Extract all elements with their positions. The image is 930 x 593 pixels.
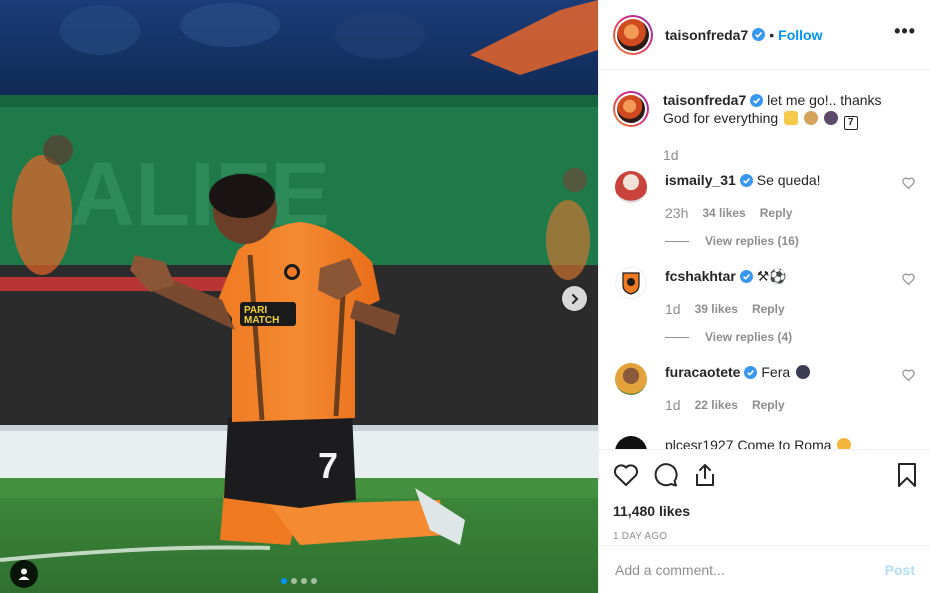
comment-time: 1d [665,397,681,413]
follow-separator: • [769,26,775,43]
caption-time: 1d [663,147,679,163]
comment-text: ⚒⚽ [756,268,787,284]
user-tag-icon [18,568,30,580]
likes-count[interactable]: 11,480 likes [613,503,917,519]
more-options-icon[interactable]: ••• [894,21,916,48]
comment-avatar[interactable] [615,171,647,203]
verified-badge-icon [739,270,753,283]
comment-item: furacaotete Fera 1d 22 likes Reply [615,363,915,414]
post-actions: 11,480 likes 1 DAY AGO [599,449,930,542]
verified-badge-icon [744,366,758,379]
comment-bubble-icon [654,463,678,487]
view-replies-label: View replies (16) [705,234,799,248]
add-comment-input[interactable] [615,561,885,578]
like-button[interactable] [613,463,639,487]
carousel-dots [281,578,317,584]
comment-item: fcshakhtar ⚒⚽ 1d 39 likes Reply View rep… [615,267,915,346]
comment-likes[interactable]: 39 likes [695,300,738,318]
comment-like-heart-icon[interactable] [902,369,915,381]
save-button[interactable] [897,462,917,488]
author-username[interactable]: taisonfreda7 [665,27,748,43]
comment-username[interactable]: fcshakhtar [665,268,736,284]
view-replies-label: View replies (4) [705,330,793,344]
caption-username[interactable]: taisonfreda7 [663,92,746,108]
person-bowing-emoji-icon [796,365,811,379]
comment-username[interactable]: ismaily_31 [665,172,736,188]
post-comment-button[interactable]: Post [885,562,915,578]
svg-text:MATCH: MATCH [244,315,279,326]
raised-hands-emoji-icon [784,111,799,125]
author-avatar[interactable] [613,14,653,55]
view-replies-button[interactable]: View replies (16) [665,232,915,250]
share-upload-icon [696,464,714,486]
post-header: taisonfreda7 • Follow ••• [599,0,930,70]
comment-button[interactable] [653,462,679,488]
comment-item: plcesr1927 Come to Roma [615,436,915,449]
verified-badge-icon [752,28,766,41]
carousel-dot [291,578,297,584]
reply-button[interactable]: Reply [752,396,785,414]
comments-list[interactable]: taisonfreda7 let me go!.. thanks God for… [599,71,930,449]
comment-text: Come to Roma [737,437,832,449]
bookmark-icon [898,463,916,487]
comment-item: ismaily_31 Se queda! 23h 34 likes Reply … [615,171,915,250]
svg-text:7: 7 [318,445,338,486]
reply-button[interactable]: Reply [752,300,785,318]
comment-time: 1d [665,301,681,317]
hearts-emoji-icon [837,438,852,449]
view-replies-button[interactable]: View replies (4) [665,328,915,346]
add-comment-bar: Post [599,545,930,593]
follow-button[interactable]: Follow [778,27,822,43]
comment-like-heart-icon[interactable] [902,273,915,285]
comment-like-heart-icon[interactable] [902,177,915,189]
comment-avatar[interactable] [615,436,647,449]
comment-avatar[interactable] [615,363,647,395]
caption: taisonfreda7 let me go!.. thanks God for… [613,91,915,164]
comment-text: Fera [761,364,791,380]
chevron-right-icon [571,293,578,304]
caption-avatar[interactable] [613,91,649,127]
comment-username[interactable]: furacaotete [665,364,740,380]
post-photo[interactable]: ALIFE 7 PARI MATCH [0,0,598,593]
person-bowing-emoji-icon [803,111,818,125]
carousel-next-button[interactable] [562,286,587,311]
carousel-dot [301,578,307,584]
comment-text: Se queda! [756,172,821,188]
share-button[interactable] [693,462,717,488]
keycap-seven-emoji: 7 [843,116,858,130]
comment-time: 23h [665,205,689,221]
carousel-dot [311,578,317,584]
tagged-users-button[interactable] [10,560,38,588]
heart-icon [613,464,639,486]
post-date: 1 DAY AGO [613,531,668,542]
verified-badge-icon [750,94,764,107]
verified-badge-icon [739,174,753,187]
shakhtar-crest-icon [622,272,640,295]
comment-username[interactable]: plcesr1927 [665,437,734,449]
person-bowing-dark-emoji-icon [823,111,838,125]
post-side-panel: taisonfreda7 • Follow ••• taisonfreda7 l… [598,0,930,593]
reply-button[interactable]: Reply [760,204,793,222]
comment-likes[interactable]: 34 likes [702,204,745,222]
player-kneeling-photo: ALIFE 7 PARI MATCH [0,0,598,593]
comment-avatar[interactable] [615,267,647,299]
carousel-dot [281,578,287,584]
comment-likes[interactable]: 22 likes [695,396,738,414]
